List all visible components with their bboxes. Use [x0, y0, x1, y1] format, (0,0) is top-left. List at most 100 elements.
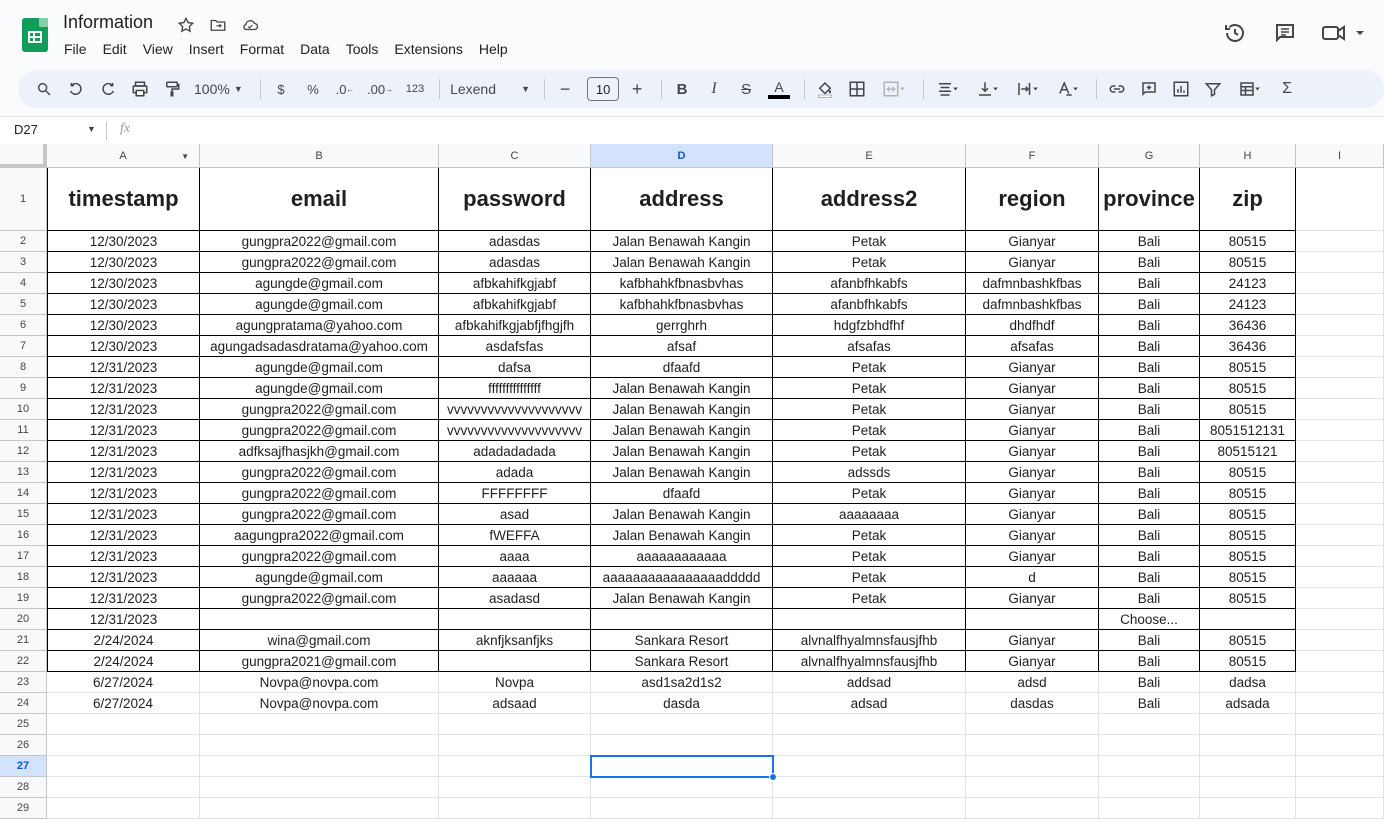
name-box[interactable]: D27: [14, 122, 94, 137]
row-header-1[interactable]: 1: [0, 168, 47, 231]
cell[interactable]: [439, 777, 591, 798]
cell[interactable]: [47, 714, 200, 735]
cell[interactable]: 12/31/2023: [47, 483, 200, 504]
cell[interactable]: [1200, 777, 1296, 798]
column-header-h[interactable]: H: [1200, 144, 1296, 168]
cell[interactable]: 36436: [1200, 336, 1296, 357]
format-percent-button[interactable]: %: [299, 75, 327, 103]
cell[interactable]: dfaafd: [591, 483, 773, 504]
cell[interactable]: [966, 735, 1099, 756]
cell[interactable]: Jalan Benawah Kangin: [591, 504, 773, 525]
cell[interactable]: 12/31/2023: [47, 378, 200, 399]
row-header-19[interactable]: 19: [0, 588, 47, 609]
cell[interactable]: Sankara Resort: [591, 651, 773, 672]
merge-cells-icon[interactable]: [875, 75, 913, 103]
cell[interactable]: adsad: [773, 693, 966, 714]
cell[interactable]: gungpra2022@gmail.com: [200, 588, 439, 609]
decrease-font-size-button[interactable]: −: [551, 75, 579, 103]
cell[interactable]: Novpa@novpa.com: [200, 672, 439, 693]
cell[interactable]: [1296, 756, 1384, 777]
cell[interactable]: adsaad: [439, 693, 591, 714]
cell[interactable]: [1296, 168, 1384, 231]
cell[interactable]: aaaaaaaa: [773, 504, 966, 525]
document-title[interactable]: Information: [63, 12, 153, 33]
cell[interactable]: [439, 798, 591, 819]
cell[interactable]: 12/30/2023: [47, 294, 200, 315]
cell[interactable]: 80515: [1200, 651, 1296, 672]
cell[interactable]: Bali: [1099, 483, 1200, 504]
cell[interactable]: 80515121: [1200, 441, 1296, 462]
column-header-a[interactable]: A ▼: [47, 144, 200, 168]
cell[interactable]: 80515: [1200, 525, 1296, 546]
cell[interactable]: Gianyar: [966, 378, 1099, 399]
cell[interactable]: aknfjksanfjks: [439, 630, 591, 651]
comments-icon[interactable]: [1270, 18, 1300, 48]
row-header-3[interactable]: 3: [0, 252, 47, 273]
menu-extensions[interactable]: Extensions: [386, 39, 470, 59]
print-icon[interactable]: [126, 75, 154, 103]
menu-edit[interactable]: Edit: [95, 39, 135, 59]
cell[interactable]: dafsa: [439, 357, 591, 378]
cell[interactable]: [439, 714, 591, 735]
cell[interactable]: Bali: [1099, 252, 1200, 273]
cell[interactable]: [591, 714, 773, 735]
cell[interactable]: [1296, 252, 1384, 273]
cell[interactable]: 6/27/2024: [47, 672, 200, 693]
cell[interactable]: gungpra2021@gmail.com: [200, 651, 439, 672]
cell[interactable]: fWEFFA: [439, 525, 591, 546]
cell[interactable]: [966, 609, 1099, 630]
paint-format-icon[interactable]: [158, 75, 186, 103]
cell[interactable]: dafmnbashkfbas: [966, 273, 1099, 294]
cell[interactable]: Petak: [773, 525, 966, 546]
cell[interactable]: gungpra2022@gmail.com: [200, 420, 439, 441]
cell[interactable]: agungde@gmail.com: [200, 357, 439, 378]
cell[interactable]: dasdas: [966, 693, 1099, 714]
cell[interactable]: [1296, 567, 1384, 588]
cell[interactable]: Bali: [1099, 651, 1200, 672]
cell[interactable]: 80515: [1200, 357, 1296, 378]
cell[interactable]: [200, 798, 439, 819]
cell[interactable]: Jalan Benawah Kangin: [591, 399, 773, 420]
cell[interactable]: addsad: [773, 672, 966, 693]
column-header-b[interactable]: B: [200, 144, 439, 168]
cell[interactable]: [773, 714, 966, 735]
cell[interactable]: 80515: [1200, 483, 1296, 504]
cell[interactable]: Gianyar: [966, 231, 1099, 252]
cell[interactable]: [591, 735, 773, 756]
cell[interactable]: [966, 714, 1099, 735]
increase-font-size-button[interactable]: +: [623, 75, 651, 103]
cell[interactable]: agungde@gmail.com: [200, 567, 439, 588]
insert-link-icon[interactable]: [1103, 75, 1131, 103]
cell[interactable]: Petak: [773, 588, 966, 609]
cell[interactable]: Jalan Benawah Kangin: [591, 441, 773, 462]
version-history-icon[interactable]: [1220, 18, 1250, 48]
row-header-4[interactable]: 4: [0, 273, 47, 294]
undo-icon[interactable]: [62, 75, 90, 103]
menu-view[interactable]: View: [135, 39, 181, 59]
cell[interactable]: dadsa: [1200, 672, 1296, 693]
cell[interactable]: [1296, 462, 1384, 483]
cell[interactable]: [200, 714, 439, 735]
cell[interactable]: Jalan Benawah Kangin: [591, 462, 773, 483]
row-header-25[interactable]: 25: [0, 714, 47, 735]
cell[interactable]: [439, 756, 591, 777]
cell[interactable]: aaaaaa: [439, 567, 591, 588]
cell[interactable]: Bali: [1099, 567, 1200, 588]
cell[interactable]: Gianyar: [966, 504, 1099, 525]
cell[interactable]: [773, 798, 966, 819]
menu-format[interactable]: Format: [232, 39, 292, 59]
cell[interactable]: [773, 735, 966, 756]
cell[interactable]: agungde@gmail.com: [200, 294, 439, 315]
cell[interactable]: 12/31/2023: [47, 525, 200, 546]
cell[interactable]: Petak: [773, 567, 966, 588]
cell[interactable]: Bali: [1099, 420, 1200, 441]
cell[interactable]: [1296, 504, 1384, 525]
cell[interactable]: adfksajfhasjkh@gmail.com: [200, 441, 439, 462]
cloud-status-icon[interactable]: [239, 14, 261, 36]
cell[interactable]: 80515: [1200, 630, 1296, 651]
column-header-g[interactable]: G: [1099, 144, 1200, 168]
row-header-15[interactable]: 15: [0, 504, 47, 525]
cell[interactable]: Gianyar: [966, 462, 1099, 483]
header-cell-region[interactable]: region: [966, 168, 1099, 231]
cell[interactable]: aaaaaaaaaaaaaaaaddddd: [591, 567, 773, 588]
